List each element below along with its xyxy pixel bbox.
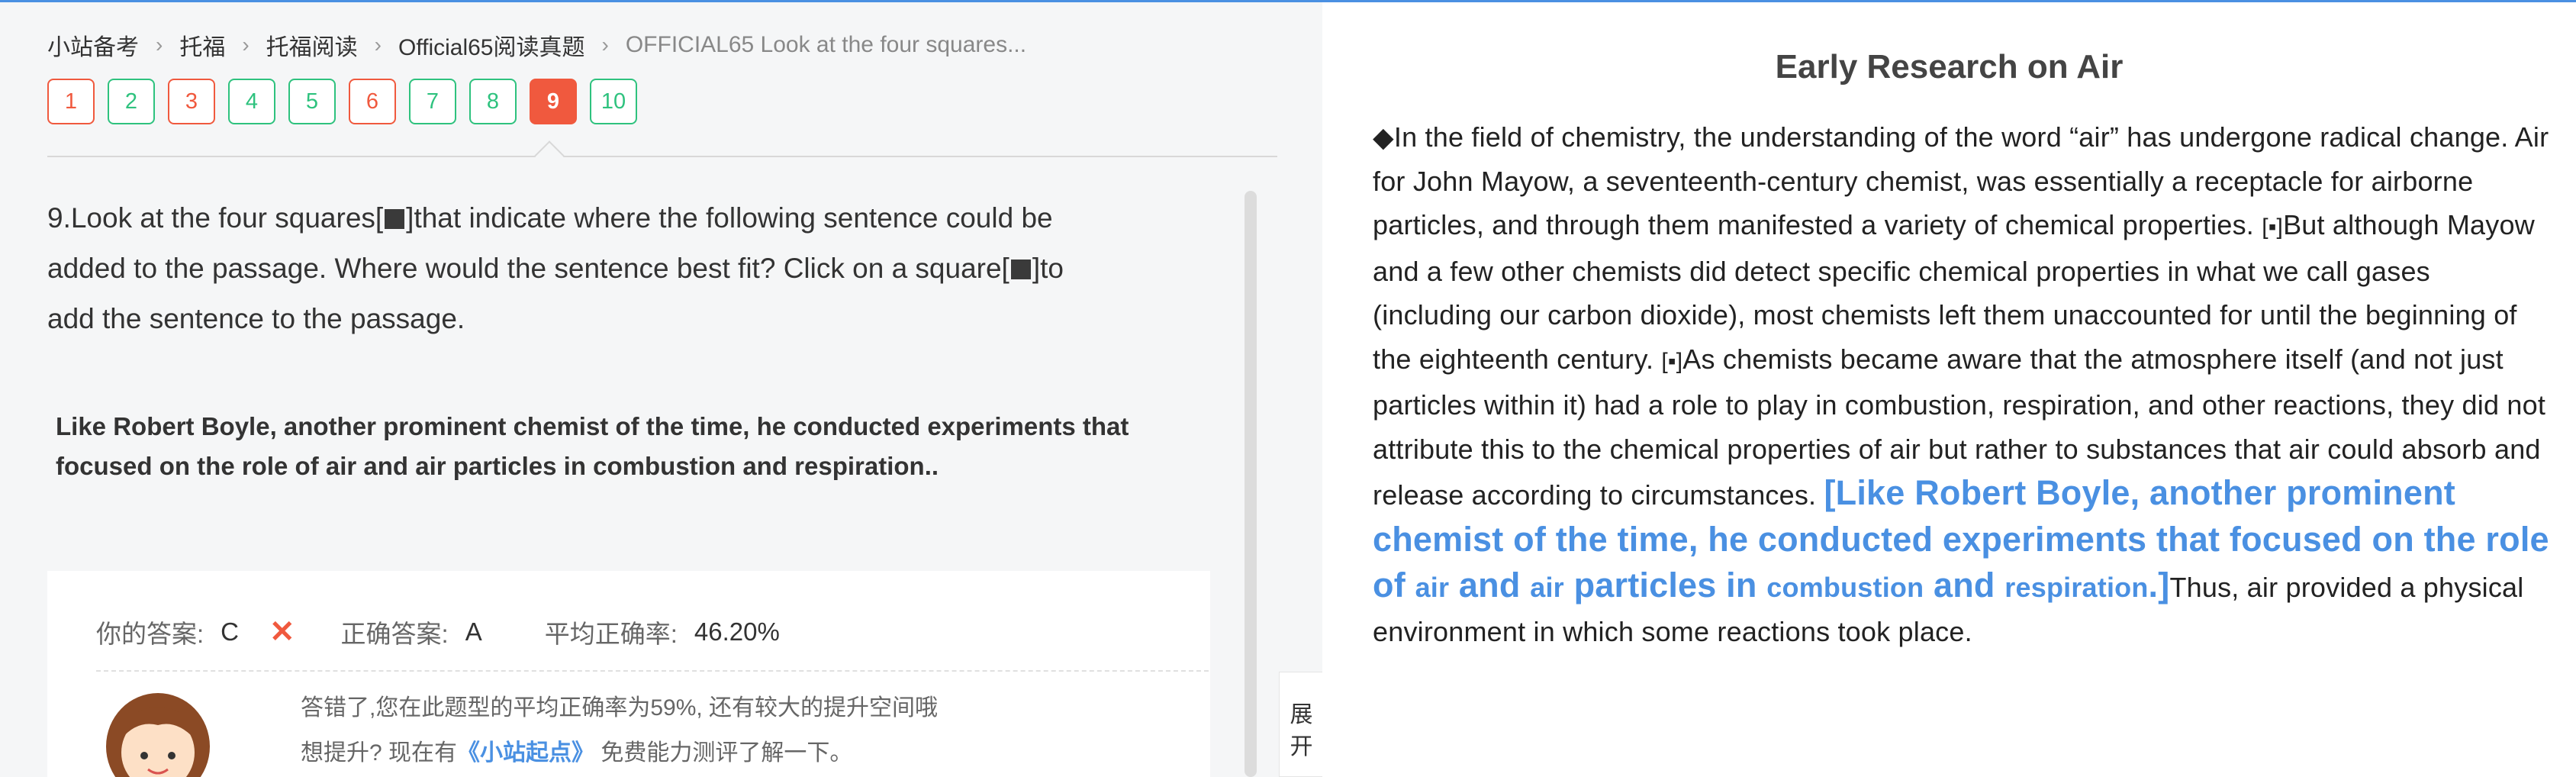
breadcrumb: 小站备考 › 托福 › 托福阅读 › Official65阅读真题 › OFFI… xyxy=(47,28,1026,62)
current-question-caret xyxy=(534,140,565,171)
question-button-2[interactable]: 2 xyxy=(108,79,155,124)
your-answer-label: 你的答案: xyxy=(96,620,204,648)
breadcrumb-toefl[interactable]: 托福 xyxy=(179,28,225,62)
chevron-right-icon: › xyxy=(156,33,163,56)
square-icon xyxy=(385,209,405,229)
question-prompt: 9.Look at the four squares[]that indicat… xyxy=(47,202,1064,334)
question-button-1[interactable]: 1 xyxy=(47,79,95,124)
question-pane: 小站备考 › 托福 › 托福阅读 › Official65阅读真题 › OFFI… xyxy=(0,2,1322,777)
chevron-right-icon: › xyxy=(601,33,609,56)
question-button-6[interactable]: 6 xyxy=(349,79,396,124)
passage-text: ◆In the field of chemistry, the understa… xyxy=(1373,121,2549,647)
wrong-icon: ✕ xyxy=(269,615,295,649)
insert-square-b[interactable]: [▪] xyxy=(1661,340,1682,384)
insert-sentence: Like Robert Boyle, another prominent che… xyxy=(56,412,1129,480)
avatar xyxy=(106,693,210,777)
square-icon xyxy=(1010,260,1031,279)
question-button-10[interactable]: 10 xyxy=(590,79,637,124)
question-button-3[interactable]: 3 xyxy=(168,79,215,124)
feedback-text: 答错了,您在此题型的平均正确率为59%, 还有较大的提升空间哦 想提升? 现在有… xyxy=(301,695,939,766)
question-button-8[interactable]: 8 xyxy=(469,79,517,124)
passage-title: Early Research on Air xyxy=(1775,48,2124,85)
answer-card: 你的答案: C ✕ 正确答案: A 平均正确率: 46.20% 答错了,您在此题… xyxy=(47,571,1210,777)
question-navigator: 1 2 3 4 5 6 7 8 9 10 xyxy=(47,79,637,124)
card-divider xyxy=(96,670,1209,672)
chevron-right-icon: › xyxy=(374,33,382,56)
passage-pane: Early Research on Air ◆In the field of c… xyxy=(1322,2,2576,777)
breadcrumb-official65[interactable]: Official65阅读真题 xyxy=(398,28,585,62)
question-button-7[interactable]: 7 xyxy=(409,79,456,124)
nav-divider xyxy=(47,156,1277,157)
correct-answer-value: A xyxy=(465,617,482,646)
breadcrumb-home[interactable]: 小站备考 xyxy=(47,28,139,62)
insert-square-a[interactable]: [▪] xyxy=(2262,205,2283,250)
average-accuracy-label: 平均正确率: xyxy=(544,620,678,648)
expand-toggle[interactable]: 展 开 xyxy=(1279,672,1323,777)
diamond-icon: ◆ xyxy=(1373,121,1394,153)
correct-answer-label: 正确答案: xyxy=(340,620,449,648)
breadcrumb-reading[interactable]: 托福阅读 xyxy=(266,28,358,62)
your-answer-value: C xyxy=(221,617,240,646)
average-accuracy-value: 46.20% xyxy=(694,617,780,646)
question-button-9[interactable]: 9 xyxy=(530,79,577,124)
question-button-4[interactable]: 4 xyxy=(228,79,275,124)
xiaozhan-start-link[interactable]: 《小站起点》 xyxy=(457,740,594,766)
answer-summary: 你的答案: C ✕ 正确答案: A 平均正确率: 46.20% xyxy=(96,614,780,650)
chevron-right-icon: › xyxy=(242,33,250,56)
scrollbar[interactable] xyxy=(1245,191,1257,777)
breadcrumb-current: OFFICIAL65 Look at the four squares... xyxy=(625,32,1027,57)
question-button-5[interactable]: 5 xyxy=(288,79,336,124)
